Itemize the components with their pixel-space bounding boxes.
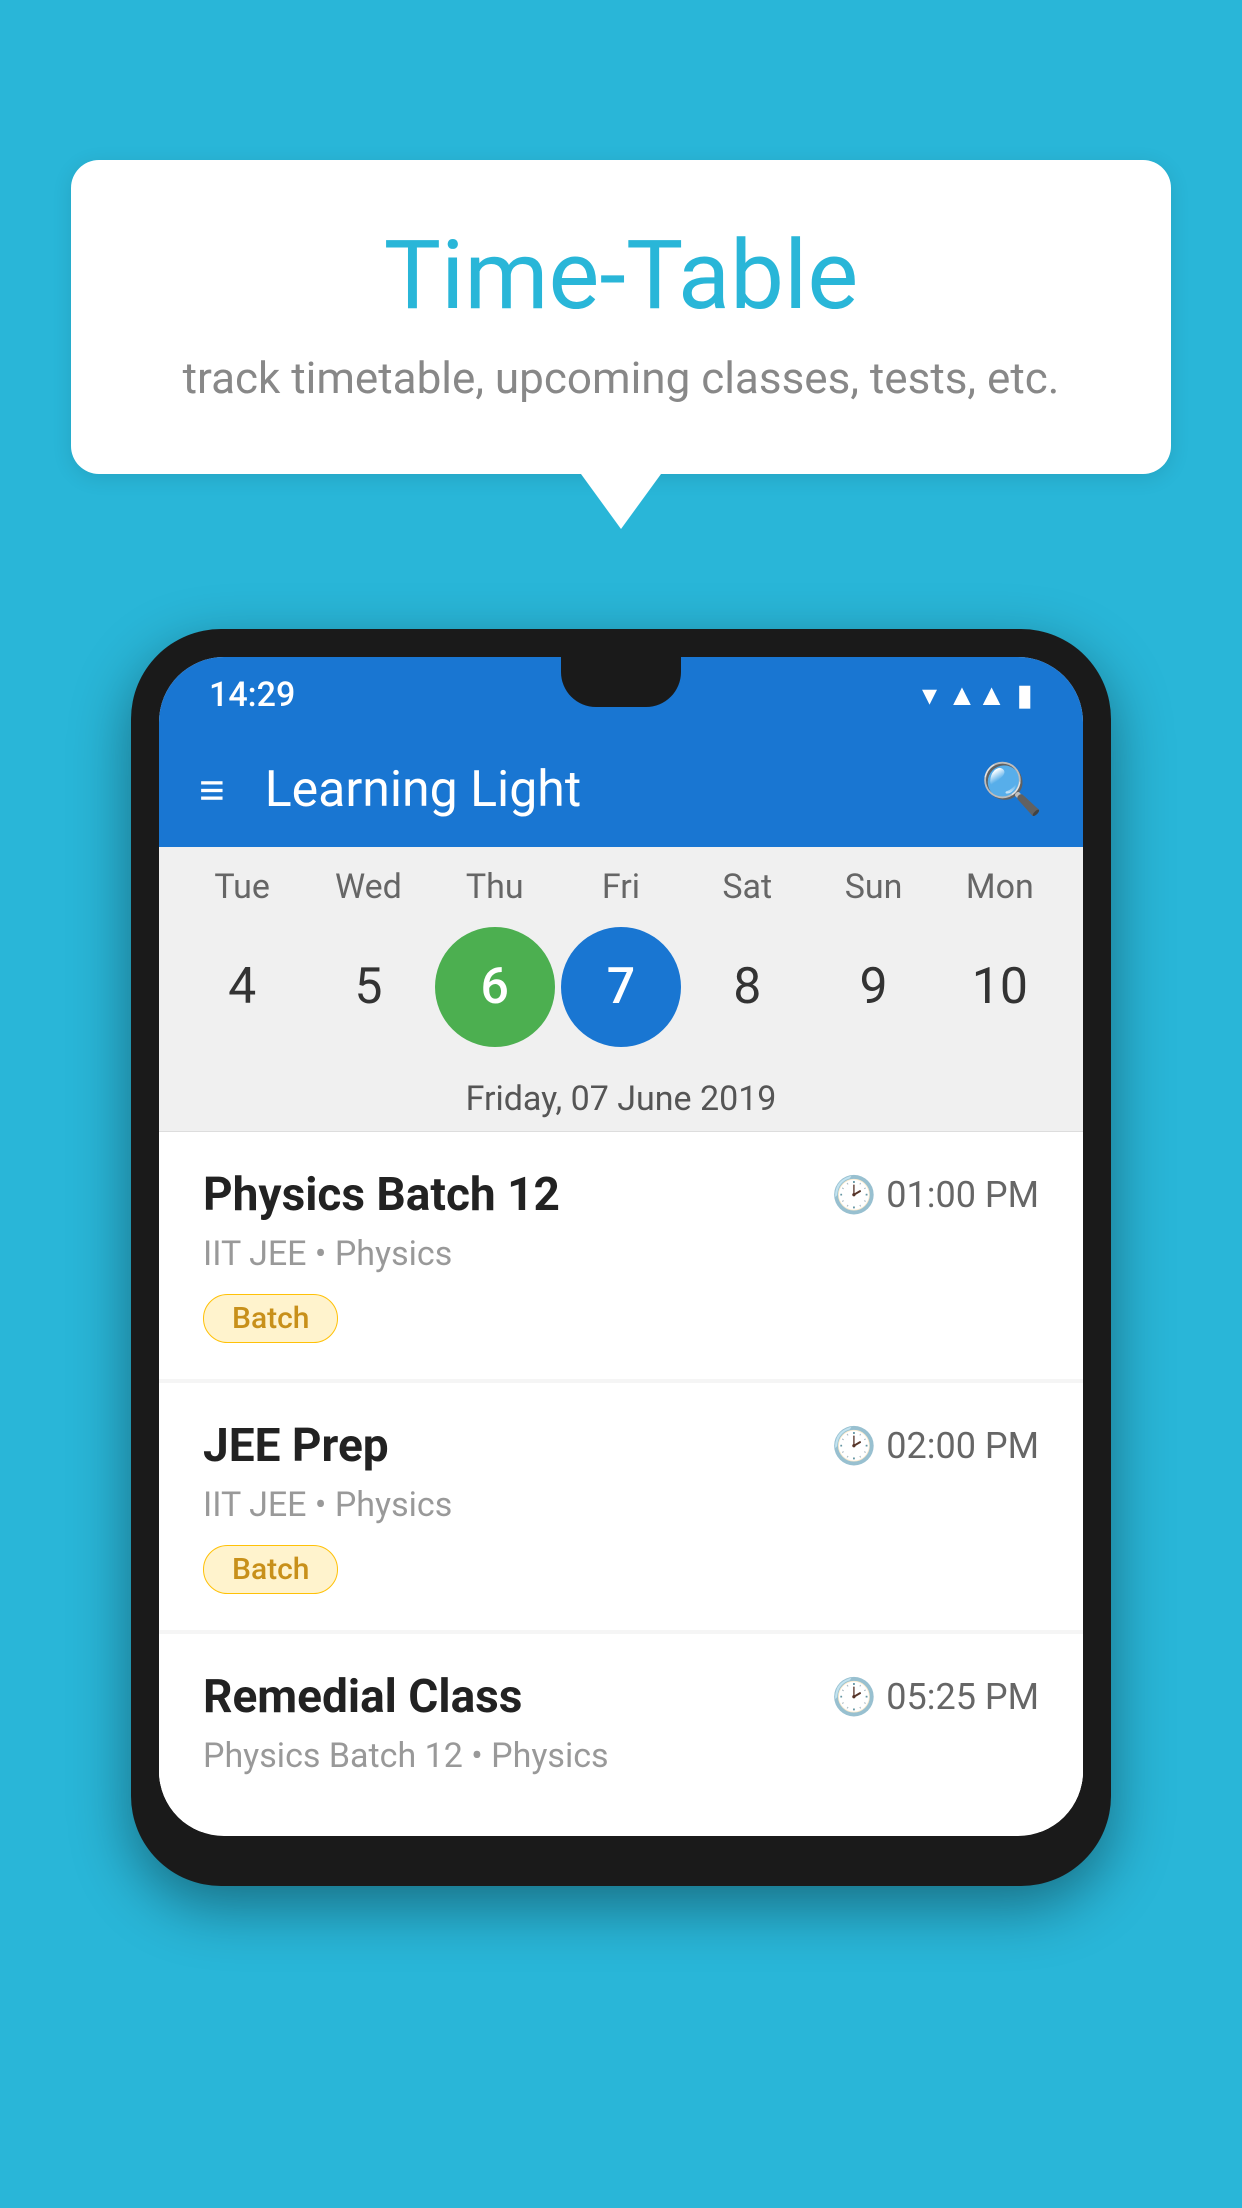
feature-title: Time-Table: [151, 220, 1091, 332]
selected-date-label: Friday, 07 June 2019: [159, 1067, 1083, 1132]
calendar-dates-row: 4 5 6 7 8 9 10: [159, 917, 1083, 1067]
clock-icon-3: 🕑: [831, 1676, 876, 1718]
schedule-title-1: Physics Batch 12: [203, 1168, 560, 1222]
schedule-title-3: Remedial Class: [203, 1670, 522, 1724]
schedule-list: Physics Batch 12 🕑 01:00 PM IIT JEE • Ph…: [159, 1132, 1083, 1832]
app-bar: ≡ Learning Light 🔍: [159, 733, 1083, 847]
batch-tag-2: Batch: [203, 1545, 338, 1594]
date-6-today[interactable]: 6: [435, 927, 555, 1047]
date-8[interactable]: 8: [687, 927, 807, 1047]
batch-tag-1: Batch: [203, 1294, 338, 1343]
status-bar: 14:29 ▾ ▲▲ ▮: [159, 657, 1083, 733]
day-thu: Thu: [435, 867, 555, 907]
schedule-item-header-1: Physics Batch 12 🕑 01:00 PM: [203, 1168, 1039, 1222]
schedule-item-3[interactable]: Remedial Class 🕑 05:25 PM Physics Batch …: [159, 1634, 1083, 1832]
schedule-item-header-3: Remedial Class 🕑 05:25 PM: [203, 1670, 1039, 1724]
schedule-item-2[interactable]: JEE Prep 🕑 02:00 PM IIT JEE • Physics Ba…: [159, 1383, 1083, 1630]
battery-icon: ▮: [1016, 678, 1033, 713]
schedule-item-header-2: JEE Prep 🕑 02:00 PM: [203, 1419, 1039, 1473]
calendar-days-header: Tue Wed Thu Fri Sat Sun Mon: [159, 847, 1083, 917]
schedule-time-2: 🕑 02:00 PM: [831, 1425, 1039, 1467]
clock-icon-2: 🕑: [831, 1425, 876, 1467]
feature-subtitle: track timetable, upcoming classes, tests…: [151, 352, 1091, 404]
date-4[interactable]: 4: [182, 927, 302, 1047]
speech-bubble-arrow: [581, 474, 661, 529]
day-sat: Sat: [687, 867, 807, 907]
schedule-subtitle-2: IIT JEE • Physics: [203, 1485, 1039, 1525]
speech-bubble-section: Time-Table track timetable, upcoming cla…: [71, 160, 1171, 529]
day-mon: Mon: [940, 867, 1060, 907]
speech-bubble-card: Time-Table track timetable, upcoming cla…: [71, 160, 1171, 474]
search-icon[interactable]: 🔍: [981, 761, 1043, 819]
notch: [561, 657, 681, 707]
phone-frame: 14:29 ▾ ▲▲ ▮ ≡ Learning Light 🔍 Tue Wed …: [131, 629, 1111, 1886]
date-9[interactable]: 9: [814, 927, 934, 1047]
phone-screen: 14:29 ▾ ▲▲ ▮ ≡ Learning Light 🔍 Tue Wed …: [159, 657, 1083, 1836]
app-title: Learning Light: [265, 761, 951, 819]
date-10[interactable]: 10: [940, 927, 1060, 1047]
hamburger-icon[interactable]: ≡: [199, 764, 225, 816]
schedule-title-2: JEE Prep: [203, 1419, 389, 1473]
day-sun: Sun: [814, 867, 934, 907]
wifi-icon: ▾: [922, 678, 937, 713]
schedule-item-1[interactable]: Physics Batch 12 🕑 01:00 PM IIT JEE • Ph…: [159, 1132, 1083, 1379]
date-5[interactable]: 5: [308, 927, 428, 1047]
day-wed: Wed: [308, 867, 428, 907]
schedule-subtitle-3: Physics Batch 12 • Physics: [203, 1736, 1039, 1776]
day-tue: Tue: [182, 867, 302, 907]
phone-mockup: 14:29 ▾ ▲▲ ▮ ≡ Learning Light 🔍 Tue Wed …: [131, 629, 1111, 1886]
status-icons: ▾ ▲▲ ▮: [922, 678, 1033, 713]
schedule-time-1: 🕑 01:00 PM: [831, 1174, 1039, 1216]
schedule-subtitle-1: IIT JEE • Physics: [203, 1234, 1039, 1274]
clock-icon-1: 🕑: [831, 1174, 876, 1216]
status-time: 14:29: [209, 675, 295, 715]
signal-icon: ▲▲: [947, 678, 1006, 713]
schedule-time-3: 🕑 05:25 PM: [831, 1676, 1039, 1718]
day-fri: Fri: [561, 867, 681, 907]
date-7-selected[interactable]: 7: [561, 927, 681, 1047]
